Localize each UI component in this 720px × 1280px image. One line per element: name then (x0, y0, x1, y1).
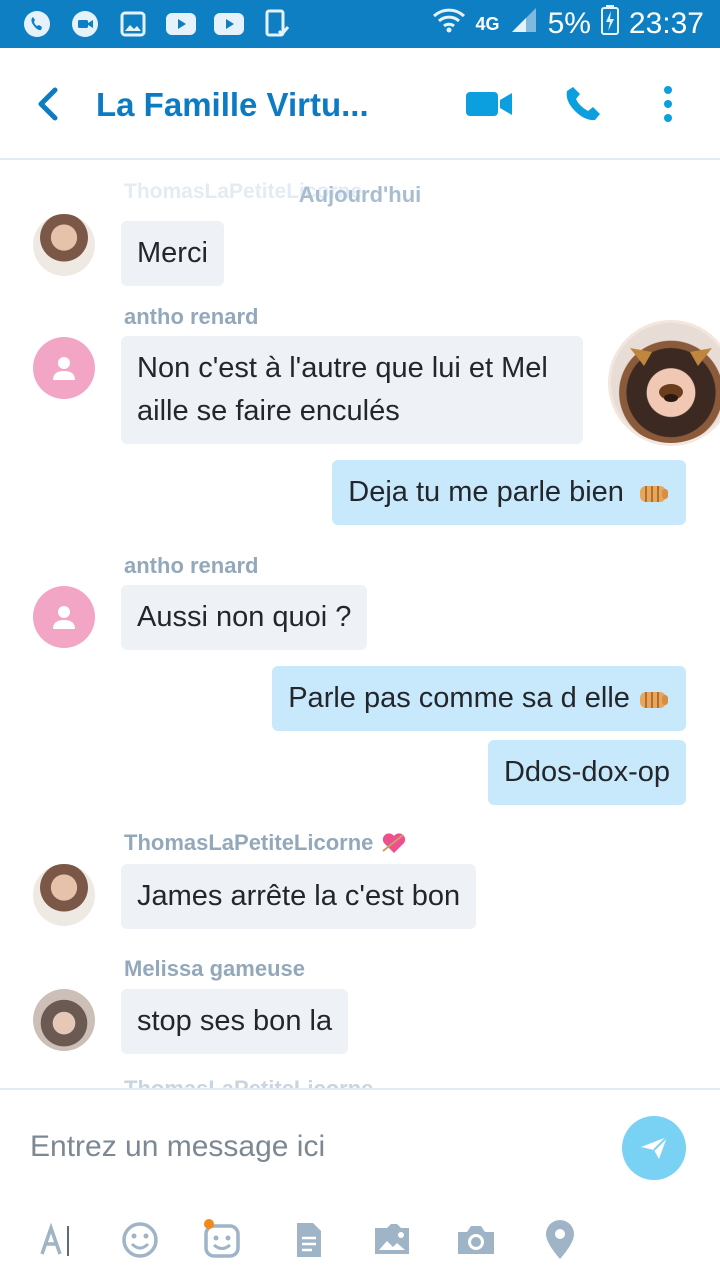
send-icon (641, 1136, 668, 1159)
sender-name-text: antho renard (124, 304, 259, 329)
message-bubble[interactable]: James arrête la c'est bon (121, 864, 477, 929)
text-format-icon (40, 1222, 69, 1256)
file-button[interactable] (286, 1218, 330, 1262)
video-notification-icon (68, 8, 102, 40)
signal-icon (510, 6, 538, 42)
avatar-default[interactable] (33, 337, 95, 399)
sender-name-text: ThomasLaPetiteLicorne (124, 830, 374, 855)
mojis-icon (204, 1219, 240, 1258)
sender-name: ThomasLaPetiteLicorne (124, 830, 407, 856)
video-call-button[interactable] (462, 78, 516, 130)
more-options-button[interactable] (654, 78, 682, 130)
send-button[interactable] (622, 1116, 686, 1180)
phone-icon (566, 87, 600, 121)
more-vertical-icon (664, 86, 672, 122)
media-gallery-icon (375, 1224, 409, 1254)
conversation-title[interactable]: La Famille Virtu... (96, 86, 396, 124)
notification-icons (20, 8, 294, 40)
sender-name: antho renard (124, 304, 258, 330)
message-list[interactable]: ThomasLaPetiteLicorne Aujourd'hui Merci … (0, 162, 720, 1088)
file-icon (297, 1223, 321, 1257)
message-composer (0, 1088, 720, 1280)
message-bubble[interactable]: Aussi non quoi ? (121, 585, 368, 650)
text-format-button[interactable] (34, 1218, 78, 1262)
message-bubble-outgoing[interactable]: Deja tu me parle bien (332, 460, 686, 525)
conversation-header: La Famille Virtu... (0, 48, 720, 160)
wifi-icon (432, 6, 466, 42)
sender-name: Melissa gameuse (124, 956, 305, 982)
avatar-thomas[interactable] (33, 864, 95, 926)
network-type: 4G (475, 13, 500, 34)
emoticon-icon (122, 1222, 158, 1258)
avatar-thomas[interactable] (33, 214, 95, 276)
mojis-button[interactable] (200, 1218, 244, 1262)
message-bubble[interactable]: Merci (121, 221, 224, 286)
heart-emoji-icon (382, 833, 406, 853)
message-bubble[interactable]: Non c'est à l'autre que lui et Mel aille… (121, 336, 583, 444)
chevron-left-icon (38, 87, 58, 121)
audio-call-button[interactable] (560, 78, 608, 130)
message-bubble-outgoing[interactable]: Ddos-dox-op (487, 740, 686, 805)
fist-emoji-icon (640, 692, 668, 709)
emoticon-button[interactable] (118, 1218, 162, 1262)
sender-name-text: Melissa gameuse (124, 956, 305, 981)
message-bubble-outgoing[interactable]: Parle pas comme sa d elle (272, 666, 686, 731)
person-icon (53, 606, 75, 629)
message-input[interactable] (30, 1122, 590, 1172)
message-bubble[interactable]: stop ses bon la (121, 989, 349, 1054)
avatar-melissa[interactable] (33, 989, 95, 1051)
snapchat-dog-filter-icon (630, 348, 712, 402)
read-receipt-avatar[interactable] (608, 320, 720, 446)
fist-emoji-icon (640, 486, 668, 503)
status-bar: 4G 5% 23:37 (0, 0, 720, 48)
video-call-icon (466, 92, 512, 116)
youtube-notification-icon (164, 8, 198, 40)
youtube-notification-icon-2 (212, 8, 246, 40)
sender-name-text: antho renard (124, 553, 259, 578)
battery-percent: 5% (547, 7, 591, 40)
date-separator-label: Aujourd'hui (298, 182, 422, 207)
location-icon (546, 1220, 574, 1259)
location-button[interactable] (538, 1218, 582, 1262)
back-button[interactable] (26, 80, 70, 128)
avatar-default[interactable] (33, 586, 95, 648)
person-icon (53, 357, 75, 380)
sender-name-text: ThomasLaPetiteLicorne (124, 1076, 373, 1088)
clock: 23:37 (628, 7, 704, 40)
message-text: Deja tu me parle bien (348, 476, 624, 508)
message-text: Parle pas comme sa d elle (288, 682, 630, 714)
image-notification-icon (116, 8, 150, 40)
sender-name-partial: ThomasLaPetiteLicorne (124, 1076, 373, 1088)
camera-button[interactable] (454, 1218, 498, 1262)
system-status: 4G 5% 23:37 (432, 4, 704, 44)
skype-notification-icon (20, 8, 54, 40)
device-check-icon (260, 8, 294, 40)
battery-charging-icon (600, 5, 619, 43)
date-separator: Aujourd'hui (0, 182, 720, 208)
camera-icon (458, 1226, 494, 1254)
sender-name: antho renard (124, 553, 258, 579)
media-gallery-button[interactable] (370, 1218, 414, 1262)
